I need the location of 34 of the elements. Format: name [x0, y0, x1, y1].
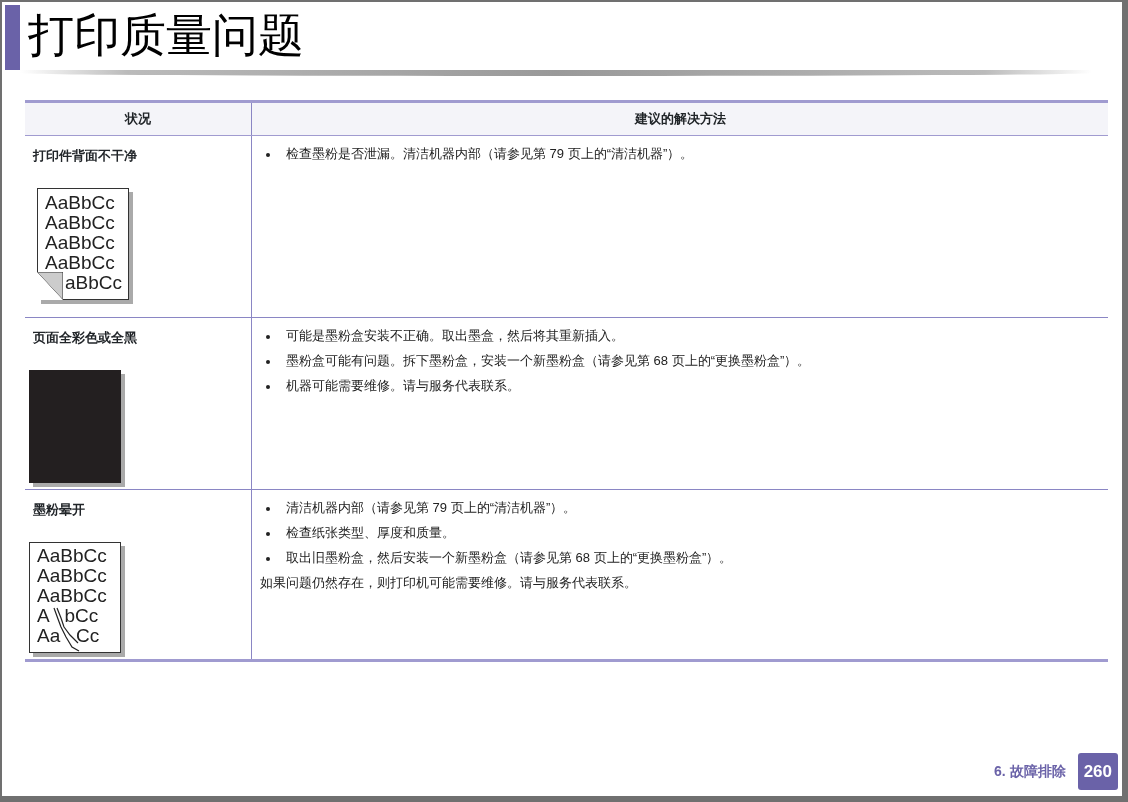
- bullet-icon: [266, 360, 270, 364]
- sample-text: A bCc: [37, 605, 100, 626]
- sample-text: AaBbCc: [37, 585, 108, 606]
- sample-text: aBbCc: [65, 272, 124, 293]
- title-accent-bar: [5, 5, 20, 70]
- solution-text: 检查纸张类型、厚度和质量。: [286, 525, 455, 541]
- sample-text: AaBbCc: [45, 192, 116, 213]
- solution-text: 检查墨粉是否泄漏。清洁机器内部（请参见第 79 页上的“清洁机器”）。: [286, 146, 694, 162]
- bullet-icon: [266, 335, 270, 339]
- sample-text: AaBbCc: [37, 565, 108, 586]
- column-header: 状况: [125, 110, 151, 129]
- solution-text: 可能是墨粉盒安装不正确。取出墨盒，然后将其重新插入。: [286, 328, 624, 344]
- solution-text: 墨粉盒可能有问题。拆下墨粉盒，安装一个新墨粉盒（请参见第 68 页上的“更换墨粉盒”）。: [286, 353, 811, 369]
- sample-text: AaBbCc: [37, 545, 108, 566]
- bullet-icon: [266, 532, 270, 536]
- chapter-label: 6. 故障排除: [994, 761, 1066, 781]
- condition-label: 墨粉晕开: [33, 501, 86, 519]
- bullet-icon: [266, 557, 270, 561]
- column-header: 建议的解决方法: [634, 110, 726, 129]
- bullet-icon: [266, 385, 270, 389]
- condition-label: 打印件背面不干净: [33, 147, 138, 165]
- sample-text: AaBbCc: [45, 252, 116, 273]
- page-title: 打印质量问题: [28, 7, 304, 64]
- sample-text: Aa Cc: [37, 625, 101, 646]
- page-number: 260: [1077, 752, 1118, 790]
- sample-text: AaBbCc: [45, 232, 116, 253]
- bullet-icon: [266, 153, 270, 157]
- note-text: 如果问题仍然存在，则打印机可能需要维修。请与服务代表联系。: [260, 575, 637, 591]
- sample-text: AaBbCc: [45, 212, 116, 233]
- solution-text: 机器可能需要维修。请与服务代表联系。: [286, 378, 520, 394]
- condition-label: 页面全彩色或全黑: [33, 329, 138, 347]
- bullet-icon: [266, 507, 270, 511]
- solution-text: 取出旧墨粉盒，然后安装一个新墨粉盒（请参见第 68 页上的“更换墨粉盒”）。: [286, 550, 733, 566]
- solution-text: 清洁机器内部（请参见第 79 页上的“清洁机器”）。: [286, 500, 577, 516]
